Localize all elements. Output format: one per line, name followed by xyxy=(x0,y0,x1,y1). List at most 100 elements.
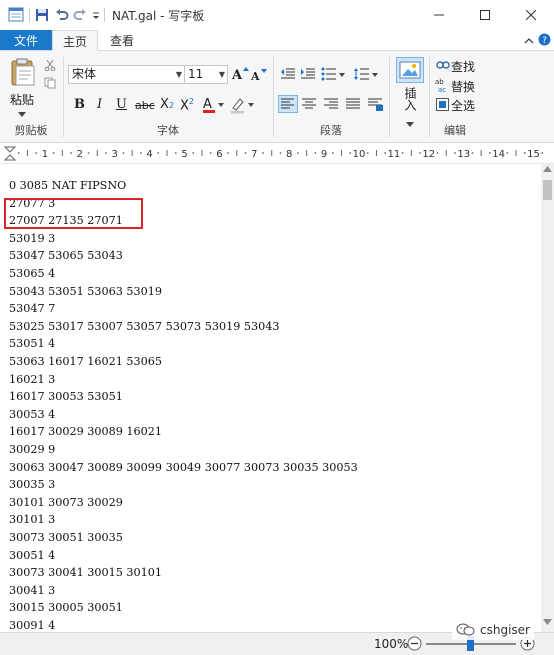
tab-home[interactable]: 主页 xyxy=(52,30,98,52)
ruler-dot xyxy=(122,152,125,154)
quick-access-separator xyxy=(29,8,30,22)
app-icon[interactable] xyxy=(8,7,24,22)
subscript-icon[interactable]: X2 xyxy=(160,97,174,112)
document-line[interactable]: 53019 3 xyxy=(9,232,55,245)
highlight-icon[interactable] xyxy=(230,96,256,114)
ruler[interactable]: 1 2 3 4 5 6 7 8 9 10 11 12 13 14 15 xyxy=(0,143,554,164)
document-line[interactable]: 53043 53051 53063 53019 xyxy=(9,285,162,298)
document-line[interactable]: 53025 53017 53007 53057 53073 53019 5304… xyxy=(9,320,279,333)
document-line[interactable]: 30091 4 xyxy=(9,619,55,632)
document-line[interactable]: 30035 3 xyxy=(9,478,55,491)
cut-icon[interactable] xyxy=(44,59,56,72)
ruler-dot xyxy=(105,152,107,154)
ruler-dot xyxy=(279,152,282,154)
close-button[interactable] xyxy=(508,0,554,30)
document-line[interactable]: 30073 30051 30035 xyxy=(9,531,123,544)
align-center-icon[interactable] xyxy=(300,96,318,112)
document-line[interactable]: 30101 30073 30029 xyxy=(9,496,123,509)
maximize-button[interactable] xyxy=(462,0,508,30)
undo-icon[interactable] xyxy=(55,8,69,22)
decrease-indent-icon[interactable] xyxy=(280,67,296,81)
help-icon[interactable]: ? xyxy=(538,33,551,46)
document-line[interactable]: 53047 53065 53043 xyxy=(9,249,123,262)
ruler-scale: 1 2 3 4 5 6 7 8 9 10 11 12 13 14 15 xyxy=(3,146,544,161)
line-spacing-icon[interactable] xyxy=(354,67,380,81)
scroll-down-arrow[interactable] xyxy=(541,619,554,629)
tab-view[interactable]: 查看 xyxy=(100,30,144,50)
document-line[interactable]: 16021 3 xyxy=(9,373,55,386)
document-line[interactable]: 30063 30047 30089 30099 30049 30077 3007… xyxy=(9,461,358,474)
customize-toolbar-icon[interactable] xyxy=(92,10,100,20)
document-line[interactable]: 53065 4 xyxy=(9,267,55,280)
find-button-label[interactable]: 查找 xyxy=(451,58,475,75)
chevron-up-icon[interactable] xyxy=(524,35,534,45)
bold-icon[interactable]: B xyxy=(74,97,85,112)
document-area[interactable]: 0 3085 NAT FIPSNO 27077 3 27007 27135 2707… xyxy=(0,164,541,632)
chevron-down-icon: ▼ xyxy=(175,70,182,79)
document-line[interactable]: 30053 4 xyxy=(9,408,55,421)
select-all-button-label[interactable]: 全选 xyxy=(451,97,475,114)
font-name-select[interactable]: 宋体 ▼ xyxy=(68,65,185,84)
select-all-icon[interactable] xyxy=(436,98,449,111)
zoom-level: 100% xyxy=(374,637,409,651)
document-line[interactable]: 30073 30041 30015 30101 xyxy=(9,566,162,579)
ruler-dot xyxy=(35,152,38,154)
document-line[interactable]: 30051 4 xyxy=(9,549,55,562)
shrink-font-icon[interactable]: A xyxy=(250,68,268,83)
insert-picture-icon[interactable] xyxy=(396,57,424,83)
ruler-number: 4 xyxy=(146,149,152,160)
save-icon[interactable] xyxy=(35,8,49,22)
replace-button-label[interactable]: 替换 xyxy=(451,78,475,95)
document-line[interactable]: 30015 30005 30051 xyxy=(9,601,123,614)
align-right-icon[interactable] xyxy=(322,96,340,112)
hanging-indent-marker xyxy=(3,154,17,161)
document-line[interactable]: 16017 30053 53051 xyxy=(9,390,123,403)
document-line[interactable]: 0 3085 NAT FIPSNO xyxy=(9,179,126,192)
italic-icon[interactable]: I xyxy=(97,97,102,112)
paste-button-label[interactable]: 粘贴 xyxy=(10,91,34,108)
ruler-number: 1 xyxy=(42,149,48,160)
font-group-label: 字体 xyxy=(157,124,179,137)
tab-file[interactable]: 文件 xyxy=(0,30,52,50)
minimize-button[interactable] xyxy=(416,0,462,30)
justify-icon[interactable] xyxy=(344,96,362,112)
chevron-down-icon[interactable] xyxy=(406,117,414,127)
document-line[interactable]: 30041 3 xyxy=(9,584,55,597)
scroll-thumb[interactable] xyxy=(543,180,552,200)
increase-indent-icon[interactable] xyxy=(300,67,316,81)
ruler-number: 11 xyxy=(388,149,401,160)
redo-icon[interactable] xyxy=(73,8,87,22)
strikethrough-icon[interactable]: abc xyxy=(135,99,155,112)
document-line[interactable]: 30029 9 xyxy=(9,443,55,456)
scroll-up-arrow[interactable] xyxy=(541,166,554,176)
svg-text:?: ? xyxy=(542,36,547,46)
document-line[interactable]: 53051 4 xyxy=(9,337,55,350)
document-line[interactable]: 53047 7 xyxy=(9,302,55,315)
paragraph-settings-icon[interactable] xyxy=(366,96,384,112)
zoom-out-button[interactable] xyxy=(407,636,422,651)
replace-icon[interactable]: ab ac xyxy=(435,77,451,94)
vertical-scrollbar[interactable] xyxy=(541,164,554,632)
superscript-icon[interactable]: X2 xyxy=(180,97,194,113)
ruler-number: 10 xyxy=(353,149,366,160)
underline-icon[interactable]: U xyxy=(116,97,127,112)
document-line[interactable]: 53063 16017 16021 53065 xyxy=(9,355,162,368)
clipboard-group-label: 剪贴板 xyxy=(14,124,48,137)
bullet-list-icon[interactable] xyxy=(321,67,347,81)
font-name-value: 宋体 xyxy=(72,67,97,81)
chevron-down-icon[interactable] xyxy=(18,107,26,117)
highlight-box xyxy=(4,198,143,229)
paste-icon[interactable] xyxy=(8,57,38,87)
grow-font-icon[interactable]: A xyxy=(231,66,249,83)
ruler-dot xyxy=(401,152,404,154)
font-size-select[interactable]: 11 ▼ xyxy=(184,65,228,84)
find-icon[interactable] xyxy=(436,59,450,73)
ruler-dot xyxy=(488,152,491,154)
copy-icon[interactable] xyxy=(44,77,56,89)
text-color-icon[interactable]: A xyxy=(202,96,226,114)
document-line[interactable]: 30101 3 xyxy=(9,513,55,526)
document-line[interactable]: 16017 30029 30089 16021 xyxy=(9,425,162,438)
align-left-icon[interactable] xyxy=(278,95,298,113)
svg-text:A: A xyxy=(203,97,212,112)
insert-button-label[interactable]: 插入 xyxy=(402,87,419,111)
